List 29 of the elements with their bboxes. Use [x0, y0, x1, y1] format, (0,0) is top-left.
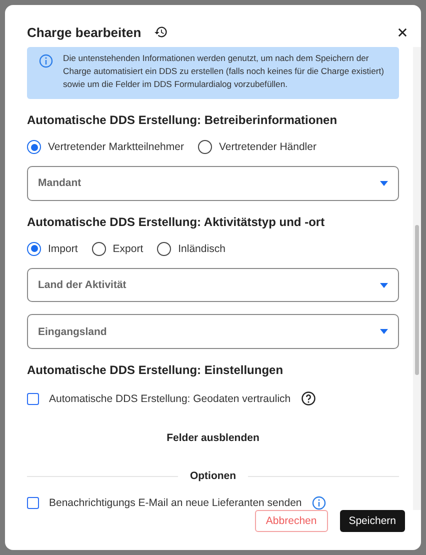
dropdown-caret-icon	[380, 180, 388, 186]
checkbox-label: Automatische DDS Erstellung: Geodaten vertraulich	[49, 392, 291, 405]
select-field[interactable]: Eingangsland	[27, 314, 399, 350]
section-heading: Automatische DDS Erstellung: Einstellungen	[27, 363, 284, 378]
section-heading: Automatische DDS Erstellung: Betreiberinformationen	[27, 113, 338, 127]
close-icon[interactable]	[398, 28, 407, 36]
radio-option[interactable]: Vertretender Händler	[198, 140, 316, 154]
select-field[interactable]: Land der Aktivität	[27, 268, 399, 302]
checkbox[interactable]	[27, 392, 39, 405]
radio-option[interactable]: Export	[92, 242, 144, 256]
help-icon[interactable]	[300, 391, 316, 406]
history-icon[interactable]	[154, 25, 168, 39]
section-heading: Automatische DDS Erstellung: Aktivitätstyp und -ort	[27, 214, 326, 229]
save-button[interactable]: Speichern	[340, 510, 405, 532]
dialog-title: Charge bearbeiten	[27, 24, 142, 40]
checkbox[interactable]	[27, 497, 39, 510]
radio-option[interactable]: Inländisch	[157, 242, 226, 256]
select-field[interactable]: Mandant	[27, 166, 399, 201]
info-text: Die untenstehenden Informationen werden genutzt, um nach dem Speichern der Charge automatisiert ein DDS zu erstellen (falls noch keines für die Charge existiert) sowie um die Felder im DDS Formulardialog vorzubefüllen.	[63, 52, 385, 91]
divider-label: Optionen	[190, 470, 236, 482]
scrollbar-thumb[interactable]	[415, 225, 419, 375]
info-icon	[39, 54, 53, 68]
info-icon[interactable]	[312, 496, 326, 510]
radio-option[interactable]: Vertretender Marktteilnehmer	[27, 140, 184, 154]
radio-option[interactable]: Import	[27, 242, 78, 256]
dropdown-caret-icon	[380, 282, 388, 288]
checkbox-label: Benachrichtigungs E-Mail an neue Lieferanten senden	[49, 497, 302, 510]
dropdown-caret-icon	[380, 329, 388, 334]
hide-fields-button[interactable]: Felder ausblenden	[162, 428, 264, 448]
